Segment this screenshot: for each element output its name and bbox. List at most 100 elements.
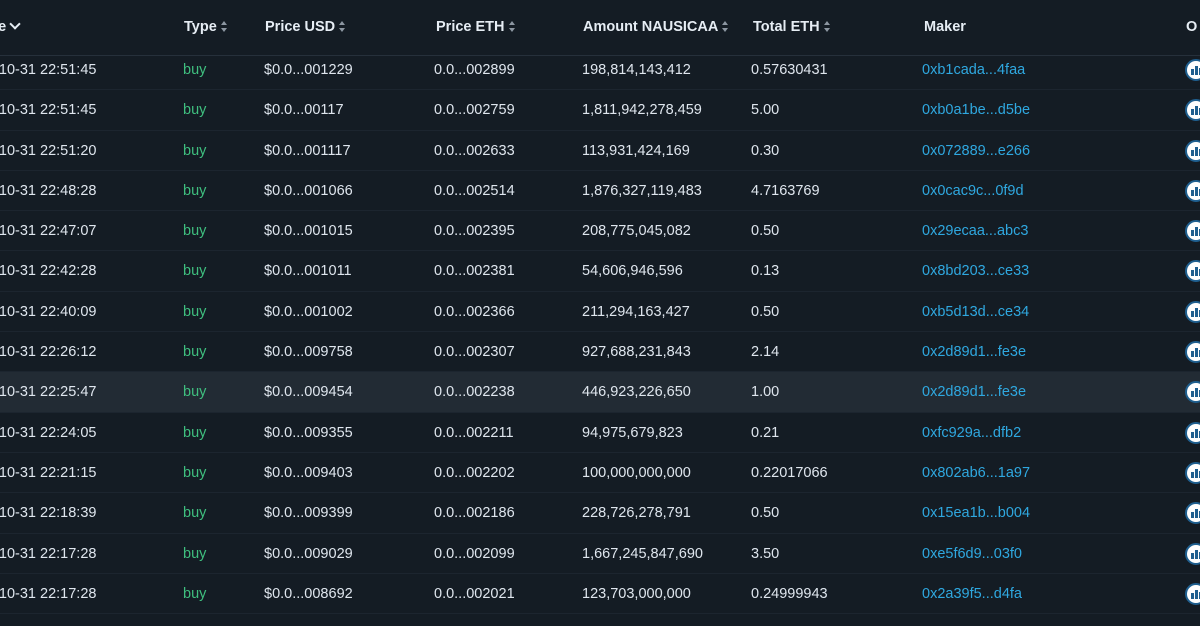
trade-type: buy — [183, 182, 207, 199]
trade-amount: 123,703,000,000 — [582, 585, 691, 602]
chart-link-icon[interactable] — [1185, 99, 1200, 122]
chart-link-icon[interactable] — [1185, 341, 1200, 364]
maker-link[interactable]: 0x802ab6...1a97 — [922, 465, 1030, 481]
trade-amount: 100,000,000,000 — [582, 464, 691, 481]
trade-amount: 94,975,679,823 — [582, 424, 683, 441]
trade-total-eth: 0.50 — [751, 505, 780, 522]
maker-link[interactable]: 0x0cac9c...0f9d — [922, 183, 1024, 199]
chart-link-icon[interactable] — [1185, 502, 1200, 525]
maker-link[interactable]: 0x2d89d1...fe3e — [922, 344, 1026, 360]
sort-icon — [823, 21, 831, 32]
chart-link-icon[interactable] — [1185, 421, 1200, 444]
maker-link[interactable]: 0x8bd203...ce33 — [922, 263, 1029, 279]
chart-link-icon[interactable] — [1185, 59, 1200, 81]
trade-date: 1-10-31 22:26:12 — [0, 344, 97, 361]
trade-price-eth: 0.0...002238 — [434, 384, 515, 401]
trade-total-eth: 2.14 — [751, 344, 780, 361]
table-row-hovered: 1-10-31 22:25:47 buy $0.0...009454 0.0...00… — [0, 372, 1200, 413]
trade-amount: 228,726,278,791 — [582, 505, 691, 522]
trade-price-eth: 0.0...002381 — [434, 263, 515, 280]
chart-link-icon[interactable] — [1185, 179, 1200, 202]
trade-type: buy — [183, 585, 207, 602]
trade-type: buy — [183, 223, 207, 240]
trade-price-eth: 0.0...002202 — [434, 464, 515, 481]
column-header-amount[interactable]: Amount NAUSICAA — [583, 19, 729, 35]
trade-type: buy — [183, 344, 207, 361]
trade-price-usd: $0.0...009403 — [264, 464, 353, 481]
trade-date: 1-10-31 22:42:28 — [0, 263, 97, 280]
chart-link-icon[interactable] — [1185, 139, 1200, 162]
trade-price-eth: 0.0...002186 — [434, 505, 515, 522]
trade-date: 1-10-31 22:18:39 — [0, 505, 97, 522]
column-header-total-eth-label: Total ETH — [753, 19, 820, 35]
trade-type: buy — [183, 384, 207, 401]
trade-price-eth: 0.0...002021 — [434, 585, 515, 602]
column-header-price-usd[interactable]: Price USD — [265, 19, 346, 35]
trade-price-eth: 0.0...002633 — [434, 142, 515, 159]
trade-amount: 54,606,946,596 — [582, 263, 683, 280]
trade-total-eth: 0.50 — [751, 223, 780, 240]
trade-price-usd: $0.0...008692 — [264, 585, 353, 602]
table-row: 1-10-31 22:47:07 buy $0.0...001015 0.0...00… — [0, 211, 1200, 252]
column-header-price-usd-label: Price USD — [265, 19, 336, 35]
maker-link[interactable]: 0xb5d13d...ce34 — [922, 304, 1029, 320]
trade-date: 1-10-31 22:51:45 — [0, 102, 97, 119]
maker-link[interactable]: 0x15ea1b...b004 — [922, 505, 1030, 521]
trade-price-eth: 0.0...002211 — [434, 424, 514, 441]
maker-link[interactable]: 0x2d89d1...fe3e — [922, 384, 1026, 400]
trade-type: buy — [183, 102, 207, 119]
trade-amount: 1,667,245,847,690 — [582, 545, 703, 562]
trade-price-eth: 0.0...002514 — [434, 182, 515, 199]
trade-total-eth: 0.50 — [751, 303, 780, 320]
chart-link-icon[interactable] — [1185, 461, 1200, 484]
trade-date: 1-10-31 22:25:47 — [0, 384, 97, 401]
chevron-down-icon — [9, 18, 21, 30]
maker-link[interactable]: 0x29ecaa...abc3 — [922, 223, 1028, 239]
table-row: 1-10-31 22:21:15 buy $0.0...009403 0.0...00… — [0, 453, 1200, 494]
table-row: 1-10-31 22:18:39 buy $0.0...009399 0.0...00… — [0, 493, 1200, 534]
table-header: ce Type Price USD Price ETH Amount NAUSI… — [0, 0, 1200, 56]
maker-link[interactable]: 0xb1cada...4faa — [922, 62, 1025, 78]
trade-date: 1-10-31 22:40:09 — [0, 303, 97, 320]
trade-price-eth: 0.0...002759 — [434, 102, 515, 119]
column-header-type[interactable]: Type — [184, 19, 228, 35]
trade-type: buy — [183, 142, 207, 159]
maker-link[interactable]: 0xe5f6d9...03f0 — [922, 546, 1022, 562]
chart-link-icon[interactable] — [1185, 542, 1200, 565]
column-header-total-eth[interactable]: Total ETH — [753, 19, 831, 35]
table-row: 1-10-31 22:42:28 buy $0.0...001011 0.0...00… — [0, 251, 1200, 292]
trade-type: buy — [183, 303, 207, 320]
maker-link[interactable]: 0x072889...e266 — [922, 143, 1030, 159]
table-row: 1-10-31 22:48:28 buy $0.0...001066 0.0...00… — [0, 171, 1200, 212]
trade-price-usd: $0.0...009029 — [264, 545, 353, 562]
maker-link[interactable]: 0x2a39f5...d4fa — [922, 586, 1022, 602]
trade-price-eth: 0.0...002307 — [434, 344, 515, 361]
chart-link-icon[interactable] — [1185, 300, 1200, 323]
maker-link[interactable]: 0xfc929a...dfb2 — [922, 425, 1021, 441]
trade-date: 1-10-31 22:17:28 — [0, 545, 97, 562]
table-row: 1-10-31 22:40:09 buy $0.0...001002 0.0...00… — [0, 292, 1200, 333]
trade-price-eth: 0.0...002395 — [434, 223, 515, 240]
trade-total-eth: 0.13 — [751, 263, 780, 280]
trade-date: 1-10-31 22:48:28 — [0, 182, 97, 199]
trade-price-usd: $0.0...009454 — [264, 384, 353, 401]
trade-type: buy — [183, 424, 207, 441]
trade-price-usd: $0.0...001011 — [264, 263, 352, 280]
column-header-date-label: ce — [0, 19, 7, 35]
trade-amount: 1,811,942,278,459 — [582, 102, 702, 119]
trade-type: buy — [183, 505, 207, 522]
trade-price-usd: $0.0...001229 — [264, 62, 353, 78]
trade-amount: 208,775,045,082 — [582, 223, 691, 240]
trade-date: 1-10-31 22:21:15 — [0, 464, 97, 481]
maker-link[interactable]: 0xb0a1be...d5be — [922, 102, 1030, 118]
column-header-price-eth[interactable]: Price ETH — [436, 19, 516, 35]
chart-link-icon[interactable] — [1185, 381, 1200, 404]
trade-type: buy — [183, 263, 207, 280]
sort-icon — [508, 21, 516, 32]
trade-total-eth: 1.00 — [751, 384, 780, 401]
chart-link-icon[interactable] — [1185, 260, 1200, 283]
table-row: 1-10-31 22:17:28 buy $0.0...009029 0.0...00… — [0, 534, 1200, 574]
column-header-date[interactable]: ce — [0, 18, 21, 35]
chart-link-icon[interactable] — [1185, 220, 1200, 243]
chart-link-icon[interactable] — [1185, 582, 1200, 605]
